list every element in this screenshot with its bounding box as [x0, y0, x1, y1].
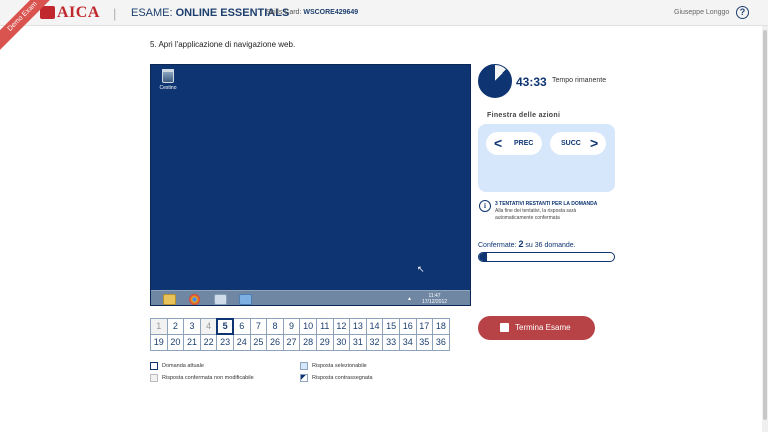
question-cell-13[interactable]: 13	[349, 318, 367, 335]
confirmed-prefix: Confermate:	[478, 242, 519, 249]
recycle-bin[interactable]: Cestino	[157, 69, 179, 91]
confirmed-count: Confermate: 2 su 36 domande.	[478, 239, 576, 249]
finish-exam-label: Termina Esame	[515, 323, 571, 332]
question-cell-4[interactable]: 4	[199, 318, 218, 335]
header-bar: Demo Exam AICA | ESAME: ONLINE ESSENTIAL…	[0, 0, 768, 54]
skills-label: Skills Card:	[266, 9, 304, 16]
question-cell-11[interactable]: 11	[315, 318, 334, 335]
question-cell-33[interactable]: 33	[382, 334, 400, 351]
legend-flagged-swatch	[300, 374, 308, 382]
question-cell-7[interactable]: 7	[249, 318, 268, 335]
legend-selected-swatch	[300, 362, 308, 370]
recycle-bin-icon[interactable]	[162, 69, 174, 83]
question-cell-17[interactable]: 17	[415, 318, 434, 335]
question-cell-32[interactable]: 32	[365, 334, 384, 351]
taskbar: ▲ 11:47 17/12/2012	[151, 290, 470, 305]
chevron-right-icon: >	[590, 135, 599, 151]
question-grid-row: 19 20 21 22 23 24 25 26 27 28 29 30 31 32 33 34 35 36	[150, 334, 467, 351]
skills-code: WSCORE429649	[303, 9, 359, 16]
simulated-desktop[interactable]: Cestino ↖ ▲ 11:47 17/12/2012	[150, 64, 471, 306]
exam-page: Demo Exam AICA | ESAME: ONLINE ESSENTIAL…	[0, 0, 768, 432]
stop-icon	[500, 323, 509, 332]
question-cell-15[interactable]: 15	[382, 318, 400, 335]
question-cell-35[interactable]: 35	[415, 334, 434, 351]
aica-logo-icon	[40, 6, 55, 19]
question-cell-6[interactable]: 6	[232, 318, 251, 335]
question-cell-24[interactable]: 24	[232, 334, 251, 351]
prev-button[interactable]: < PREC	[486, 132, 542, 155]
next-label: SUCC	[561, 140, 581, 147]
tray-clock: 11:47 17/12/2012	[422, 293, 447, 305]
question-cell-19[interactable]: 19	[150, 334, 168, 351]
info-icon: i	[479, 200, 491, 212]
question-cell-30[interactable]: 30	[332, 334, 351, 351]
chrome-browser-icon[interactable]	[189, 294, 200, 305]
file-explorer-icon[interactable]	[163, 294, 176, 305]
question-cell-1[interactable]: 1	[150, 318, 168, 335]
question-cell-20[interactable]: 20	[166, 334, 185, 351]
confirmed-progress-bar	[478, 252, 615, 262]
question-cell-16[interactable]: 16	[398, 318, 417, 335]
question-cell-12[interactable]: 12	[332, 318, 351, 335]
legend-flagged: Risposta contrassegnata	[312, 375, 373, 381]
skills-card: Skills Card: WSCORE429649	[266, 9, 358, 16]
attempts-title: 3 TENTATIVI RESTANTI PER LA DOMANDA	[495, 201, 598, 207]
question-grid: 1 2 3 4 5 6 7 8 9 10 11 12 13 14 15 16 17 18 19 20 21 22 23 24 2…	[150, 318, 467, 351]
question-cell-27[interactable]: 27	[282, 334, 301, 351]
question-cell-21[interactable]: 21	[183, 334, 201, 351]
timer-value: 43:33	[516, 75, 547, 89]
question-grid-row: 1 2 3 4 5 6 7 8 9 10 11 12 13 14 15 16 17 18	[150, 318, 467, 335]
finish-exam-button[interactable]: Termina Esame	[478, 316, 595, 340]
network-app-icon[interactable]	[239, 294, 252, 305]
legend-selected: Risposta selezionabile	[312, 363, 367, 369]
actions-panel: < PREC SUCC >	[478, 124, 615, 192]
exam-prefix: ESAME:	[131, 7, 176, 19]
timer-label: Tempo rimanente	[552, 77, 607, 84]
page-scrollbar[interactable]	[762, 26, 768, 432]
header-separator: |	[113, 6, 117, 21]
prev-label: PREC	[514, 140, 534, 147]
legend-current: Domanda attuale	[162, 363, 204, 369]
question-cell-34[interactable]: 34	[398, 334, 417, 351]
confirmed-suffix: su 36 domande.	[523, 242, 576, 249]
mouse-cursor-icon: ↖	[417, 264, 425, 274]
chevron-left-icon: <	[494, 135, 503, 151]
aica-logo: AICA	[57, 4, 100, 21]
question-cell-26[interactable]: 26	[266, 334, 284, 351]
scrollbar-thumb[interactable]	[763, 30, 767, 420]
question-cell-10[interactable]: 10	[299, 318, 317, 335]
question-cell-14[interactable]: 14	[365, 318, 384, 335]
recycle-bin-label: Cestino	[159, 85, 177, 91]
question-cell-18[interactable]: 18	[432, 318, 450, 335]
help-button[interactable]: ?	[736, 6, 749, 19]
legend-current-swatch	[150, 362, 158, 370]
progress-fill	[479, 253, 487, 261]
tray-date: 17/12/2012	[422, 299, 448, 305]
attempts-line-1: Alla fine dei tentativi, la risposta sar…	[495, 208, 577, 214]
question-cell-9[interactable]: 9	[282, 318, 301, 335]
question-cell-2[interactable]: 2	[166, 318, 185, 335]
mail-client-icon[interactable]	[214, 294, 227, 305]
question-cell-22[interactable]: 22	[199, 334, 218, 351]
attempts-line-2: automaticamente confermata	[495, 215, 560, 221]
timer-pie-icon	[478, 64, 512, 98]
question-cell-31[interactable]: 31	[349, 334, 367, 351]
user-name: Giuseppe Longgo	[674, 9, 730, 16]
question-cell-23[interactable]: 23	[216, 334, 234, 351]
question-text: 5. Apri l'applicazione di navigazione we…	[150, 40, 296, 49]
actions-title: Finestra delle azioni	[487, 112, 561, 119]
question-cell-29[interactable]: 29	[315, 334, 334, 351]
question-cell-3[interactable]: 3	[183, 318, 201, 335]
question-cell-5[interactable]: 5	[216, 318, 234, 335]
question-cell-36[interactable]: 36	[432, 334, 450, 351]
tray-arrow-icon[interactable]: ▲	[407, 296, 412, 302]
question-cell-8[interactable]: 8	[266, 318, 284, 335]
next-button[interactable]: SUCC >	[550, 132, 606, 155]
legend-confirmed: Risposta confermata non modificabile	[162, 375, 254, 381]
legend-confirmed-swatch	[150, 374, 158, 382]
question-cell-25[interactable]: 25	[249, 334, 268, 351]
question-cell-28[interactable]: 28	[299, 334, 317, 351]
